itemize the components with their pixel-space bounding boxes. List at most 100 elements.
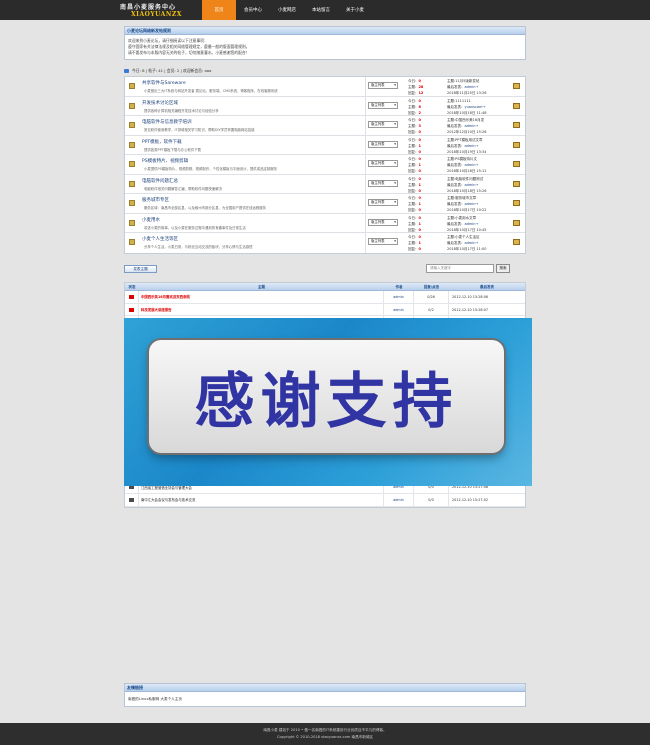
forum-name[interactable]: 电脑软件与信息教学培训 [142,119,192,125]
topic-author[interactable]: admin [384,303,414,316]
topics-label: 主题： [408,85,419,89]
last-post-user[interactable]: admin [465,222,476,226]
last-post-info: 主题:服务城市文章 最后发表：admin→ 2018年10月17日 10:22 [447,195,509,213]
forum-name[interactable]: PPT模板，软件下载 [142,139,182,145]
nav-member-center[interactable]: 会员中心 [236,0,270,20]
forum-info: 电脑软件与信息教学培训 常见软件使用教学，IT领域相关学习知识，帮助DIY学员掌握… [139,116,366,135]
moderator-select[interactable]: 版主列表 [368,160,398,167]
header-replies: 回复/点击 [423,285,440,289]
last-post-user[interactable]: admin [465,183,476,187]
topics-count: 1 [418,143,421,148]
posts-count: 0 [418,188,421,193]
last-post-arrow[interactable]: → [475,241,478,245]
forum-open-icon[interactable] [513,141,520,148]
last-post-user[interactable]: admin [465,124,476,128]
forum-info: 电脑软件问题汇总 电脑软件相关问题解答汇编，帮助软件问题快速解决 [139,174,366,193]
forum-description: 服务区域：南昌市全部区县，以及赣州市部分区县，为全国用户提供在线远程服务 [144,206,267,210]
last-post-info: 主题:PPT模板用试文章 最后发表：admin→ 2018年10月19日 13:34 [447,137,509,155]
last-post-arrow[interactable]: → [475,85,478,89]
notice-line: 请不要发布与本版内容无关的帖子，切勿随意灌水。小麦感谢您的配合！ [128,49,250,55]
moderator-select[interactable]: 版主列表 [368,121,398,128]
today-count: 0 [418,235,421,239]
last-post-info: 主题:PS模板特片文 最后发表：admin→ 2018年10月18日 15:11 [447,156,509,174]
moderator-select[interactable]: 版主列表 [368,101,398,109]
topic-title[interactable]: 科技发展大讲座报告 [139,303,384,316]
forum-row: 小麦用水讲述小麦的故事，以及小麦在服务过程中遇到的有趣事件及日常生活版主列表 今日… [125,213,525,233]
last-post-user[interactable]: admin [465,144,476,148]
last-post-user[interactable]: admin [465,85,476,89]
header-title: 主题 [258,285,265,289]
last-post-time: 2018年10月18日 15:11 [447,169,487,173]
forum-open-icon[interactable] [513,83,520,89]
main-nav: 首页 会员中心 小麦网店 本站留言 关于小麦 [202,0,372,20]
last-post-arrow[interactable]: → [475,183,478,187]
last-post-user[interactable]: admin [465,202,476,206]
forum-name[interactable]: 小麦个人生活等区 [142,236,178,242]
today-label: 今日： [408,215,419,220]
topics-label: 主题： [408,182,419,187]
forum-row: 电脑软件问题汇总电脑软件相关问题解答汇编，帮助软件问题快速解决版主列表 今日：0主… [125,174,525,194]
nav-home[interactable]: 首页 [202,0,236,20]
topics-count: 1 [418,182,421,187]
forum-open-icon[interactable] [513,122,520,128]
new-topic-button[interactable]: 发表主题 [124,265,157,273]
last-post-arrow[interactable]: → [482,105,485,109]
forum-open-icon[interactable] [513,180,520,187]
last-post-user[interactable]: yuanscom [465,105,483,109]
forum-name[interactable]: 服务城市专区 [142,197,169,203]
today-label: 今日： [408,157,419,161]
topic-title[interactable]: 中国西乐美16月赛欢迎东西参照 [139,291,384,303]
forum-name[interactable]: 电脑软件问题汇总 [142,178,178,184]
last-post-user[interactable]: admin [465,241,476,245]
top-bar: 南昌小麦服务中心 XIAOYUANZX 首页 会员中心 小麦网店 本站留言 关于… [0,0,650,20]
last-post-arrow[interactable]: → [475,124,478,128]
today-count: 0 [418,79,421,83]
forum-row: PPT模板，软件下载提供各类PPT模板下载与办公软件下载版主列表今日：0主题：1… [125,135,525,155]
forum-name[interactable]: 开发技术讨论区域 [142,100,178,106]
posts-count: 0 [418,169,421,173]
topic-author[interactable]: admin [384,291,414,303]
last-post-user[interactable]: admin [465,163,476,167]
home-icon[interactable] [124,69,129,73]
nav-about[interactable]: 关于小麦 [338,0,372,20]
moderator-select[interactable]: 版主列表 [368,82,398,89]
moderator-select[interactable]: 版主列表 [368,199,398,206]
nav-shop[interactable]: 小麦网店 [270,0,304,20]
topic-status [125,303,139,316]
topic-author[interactable]: admin [384,494,414,506]
forum-open-icon[interactable] [513,219,520,226]
site-logo[interactable]: 南昌小麦服务中心 XIAOYUANZX [120,1,210,19]
last-post-time: 2018年10月19日 13:34 [447,149,487,154]
forum-description: 分享个人生活，小麦日常，与粉丝互动交流的板块，分享心情与生活感悟 [144,245,253,249]
forum-name[interactable]: PS模板特片、视频剪辑 [142,158,188,164]
forum-info: 小麦用水 讲述小麦的故事，以及小麦在服务过程中遇到的有趣事件及日常生活 [139,213,366,232]
posts-count: 0 [418,247,421,251]
moderator-select[interactable]: 版主列表 [368,218,398,226]
last-post-arrow[interactable]: → [475,202,478,206]
posts-count: 12 [418,91,424,95]
forum-counts: 今日：0 主题：1 回复：0 [408,176,446,194]
forum-open-icon[interactable] [513,102,520,109]
today-label: 今日： [408,196,419,200]
last-post-arrow[interactable]: → [475,144,478,148]
topic-title[interactable]: 南中江大会会议与发布会与技术交流 [139,494,384,506]
forum-open-icon[interactable] [513,161,520,167]
friend-links[interactable]: 南昌的Linux私服网 大麦个人主页 [125,692,525,706]
moderator-select[interactable]: 版主列表 [368,140,398,148]
moderator-select[interactable]: 版主列表 [368,238,398,245]
forum-name[interactable]: 共享软件与Sareware [142,80,186,86]
posts-count: 2 [418,110,421,115]
forum-name[interactable]: 小麦用水 [142,217,160,223]
thanks-banner: 感谢支持 [124,318,532,486]
nav-guestbook[interactable]: 本站留言 [304,0,338,20]
last-post-arrow[interactable]: → [475,163,478,167]
moderator-select[interactable]: 版主列表 [368,179,398,187]
forum-counts: 今日：0 主题：1 回复：0 [408,156,446,174]
posts-label: 回复： [408,208,419,212]
search-button[interactable]: 搜索 [496,264,510,273]
last-post-arrow[interactable]: → [475,222,478,226]
search-input[interactable]: 请输入关键字 [426,264,494,273]
last-post-time: 2018年10月18日 11:48 [447,110,487,115]
forum-open-icon[interactable] [513,200,520,206]
forum-open-icon[interactable] [513,239,520,245]
